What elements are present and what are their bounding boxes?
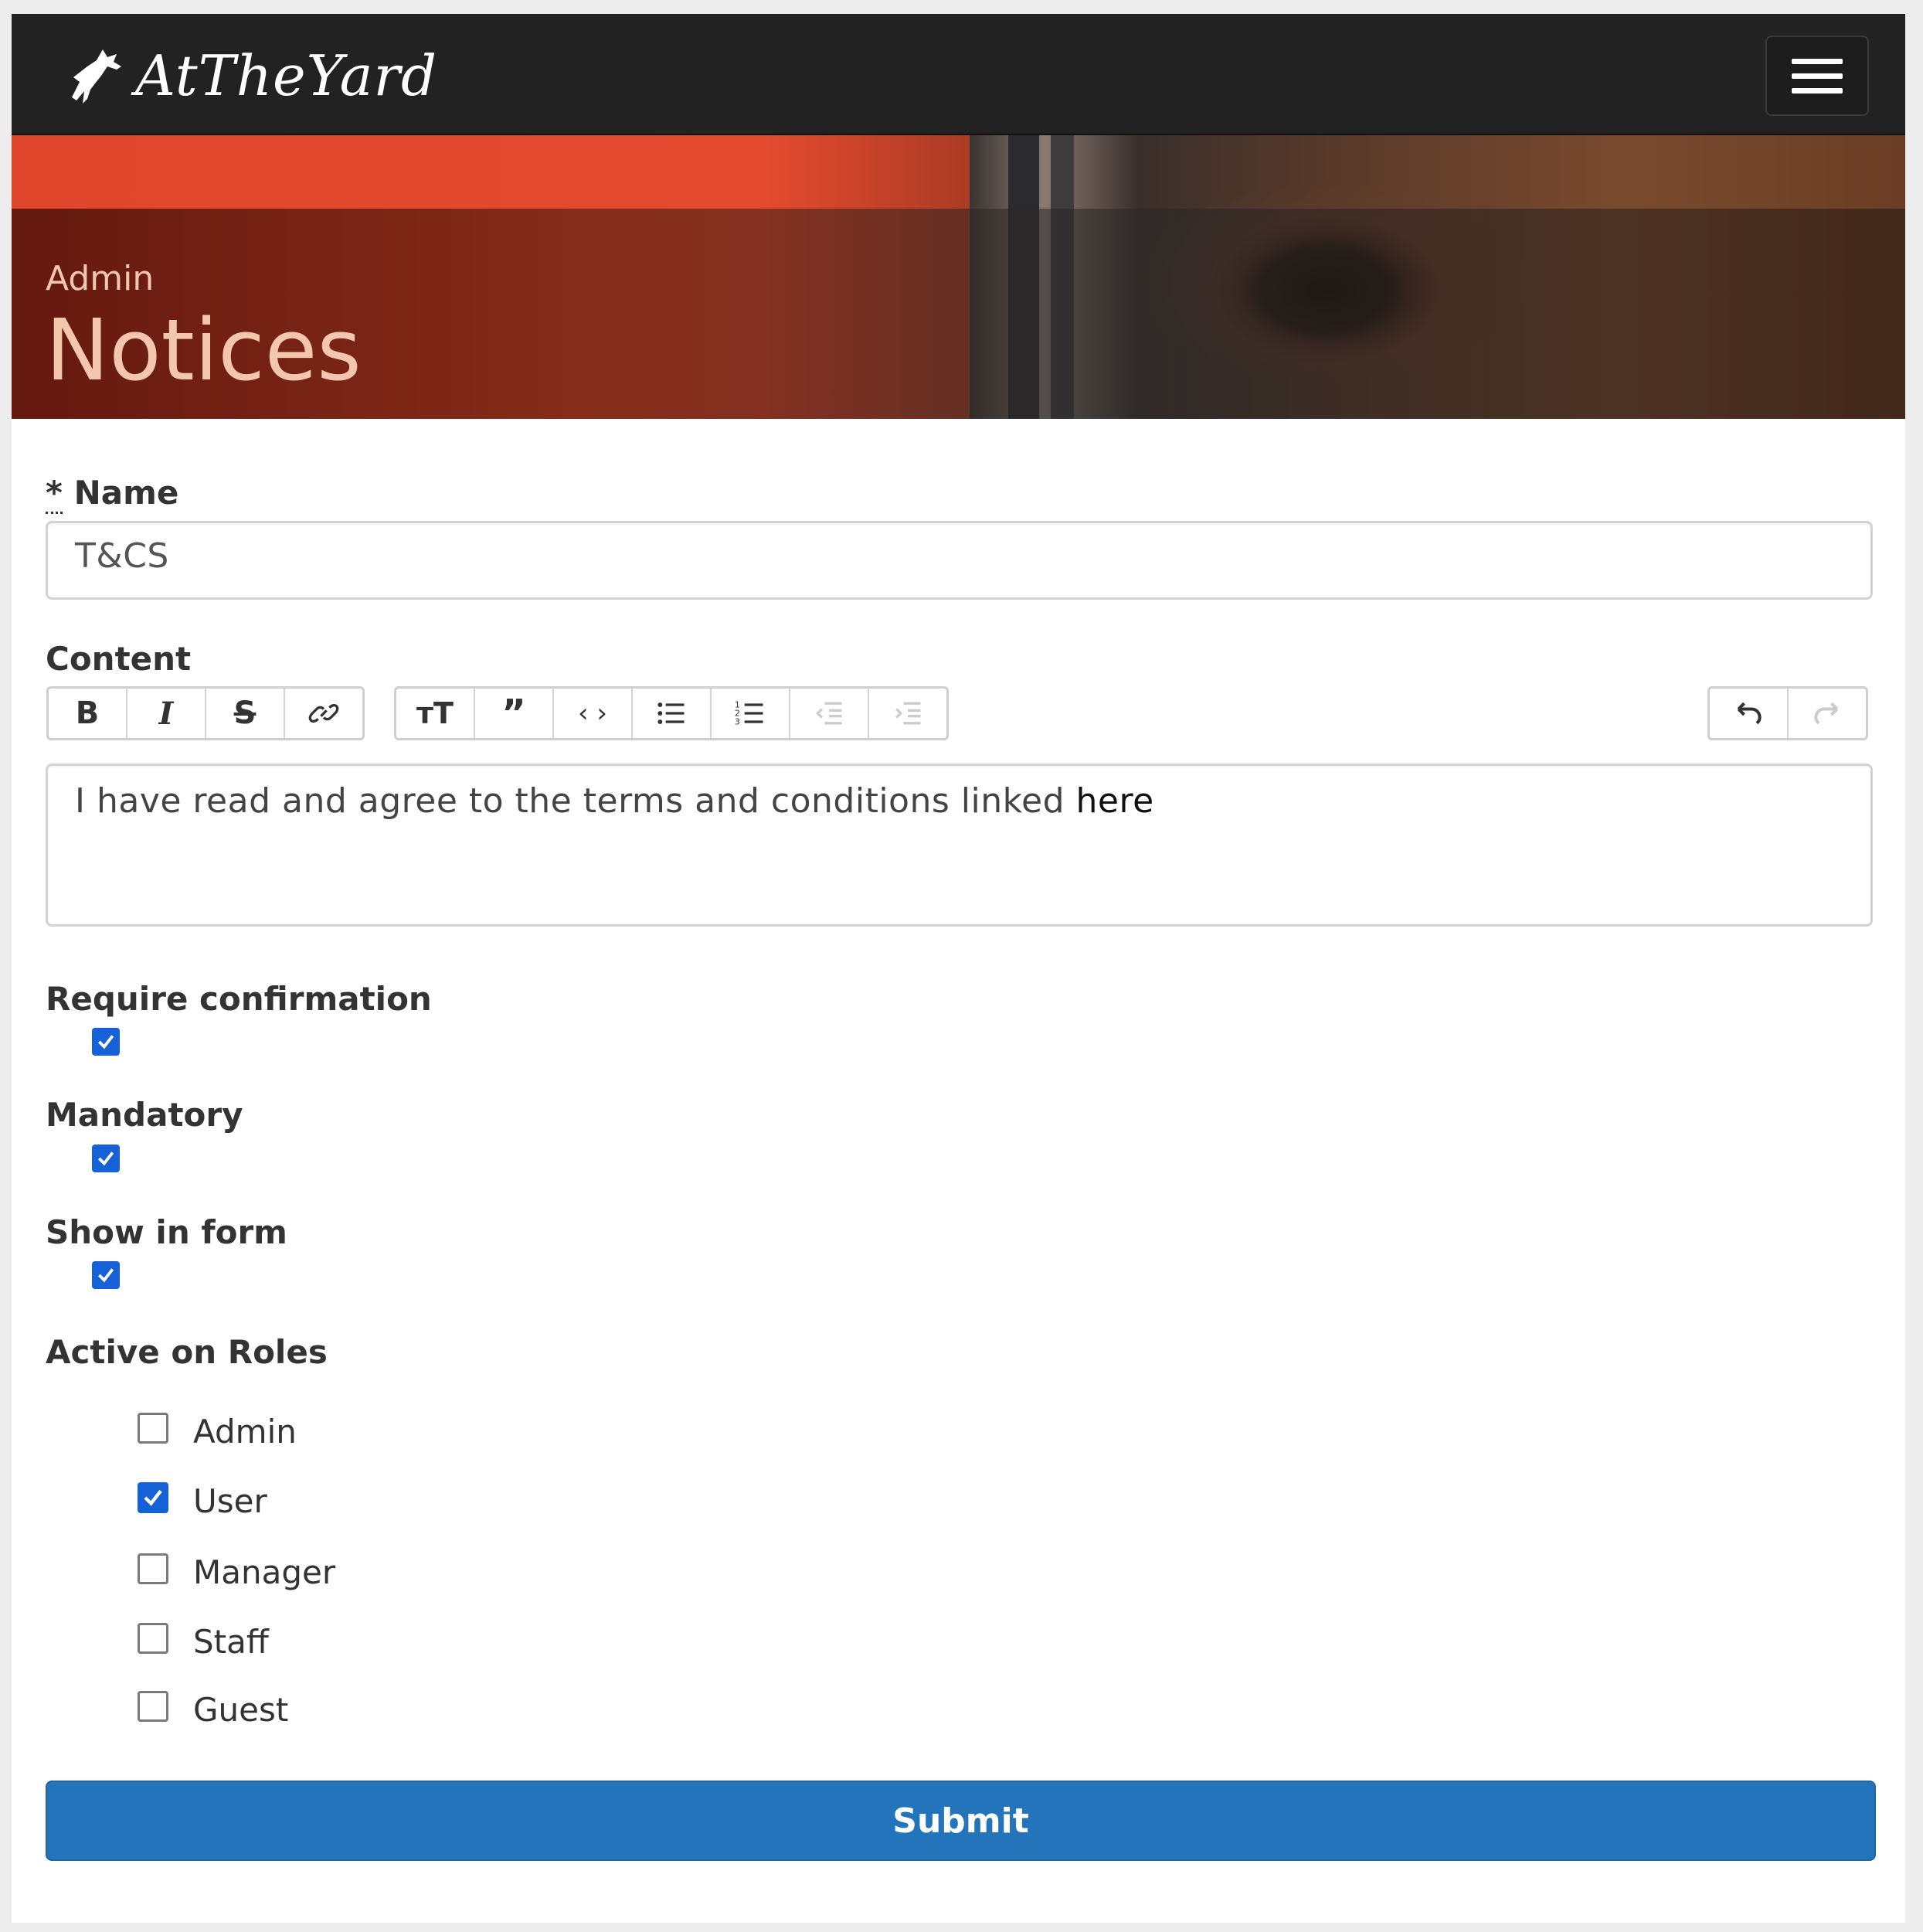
show-in-form-checkbox[interactable]: [92, 1261, 120, 1289]
required-mark: *: [46, 474, 63, 514]
redo-icon: [1814, 702, 1839, 725]
role-admin-checkbox[interactable]: [138, 1413, 168, 1444]
top-navbar: AtTheYard: [12, 14, 1905, 135]
bullet-list-button[interactable]: [633, 689, 712, 738]
submit-button[interactable]: Submit: [46, 1781, 1876, 1861]
page-banner: Admin Notices: [12, 135, 1905, 419]
checkmark-icon: [97, 1035, 114, 1049]
breadcrumb-admin: Admin: [46, 259, 155, 298]
content-text: I have read and agree to the terms and c…: [75, 781, 1065, 821]
quote-icon: ”: [501, 692, 526, 735]
indent-icon: [895, 702, 921, 725]
italic-icon: I: [158, 695, 174, 732]
toolbar-block-group: тТ ” ‹ › 123: [394, 686, 949, 740]
require-confirmation-label: Require confirmation: [46, 980, 432, 1018]
italic-button[interactable]: I: [127, 689, 206, 738]
name-label-text: Name: [73, 474, 179, 512]
heading-icon: тТ: [416, 696, 454, 730]
strikethrough-button[interactable]: S: [206, 689, 285, 738]
name-input-value: T&CS: [75, 536, 169, 576]
hamburger-menu-icon: [1792, 58, 1843, 64]
brand-logo[interactable]: AtTheYard: [56, 37, 437, 114]
name-label: * Name: [46, 474, 179, 514]
role-guest-checkbox[interactable]: [138, 1691, 168, 1722]
checkmark-icon: [97, 1151, 114, 1166]
code-button[interactable]: ‹ ›: [554, 689, 633, 738]
brand-name: AtTheYard: [135, 43, 438, 108]
bold-icon: B: [75, 696, 100, 731]
active-on-roles-label: Active on Roles: [46, 1333, 328, 1371]
content-editor-text: I have read and agree to the terms and c…: [75, 781, 1154, 821]
strikethrough-icon: S: [233, 696, 257, 731]
link-button[interactable]: [285, 689, 362, 738]
role-guest-label: Guest: [193, 1691, 289, 1729]
toolbar-history-group: [1707, 686, 1868, 740]
name-input[interactable]: [46, 521, 1873, 600]
indent-button[interactable]: [869, 689, 946, 738]
submit-label: Submit: [892, 1801, 1029, 1841]
require-confirmation-checkbox[interactable]: [92, 1028, 120, 1056]
role-manager-label: Manager: [193, 1553, 336, 1591]
role-user-label: User: [193, 1482, 267, 1520]
redo-button[interactable]: [1789, 689, 1866, 738]
toolbar-text-style-group: B I S: [46, 686, 365, 740]
outdent-button[interactable]: [790, 689, 869, 738]
role-manager-checkbox[interactable]: [138, 1553, 168, 1584]
hamburger-bar: [1792, 87, 1843, 94]
checkmark-icon: [144, 1489, 162, 1506]
code-icon: ‹ ›: [577, 698, 607, 729]
role-staff-label: Staff: [193, 1623, 269, 1661]
mandatory-label: Mandatory: [46, 1096, 243, 1134]
hamburger-menu-button[interactable]: [1765, 36, 1869, 116]
horse-logo-icon: [72, 49, 121, 104]
heading-button[interactable]: тТ: [396, 689, 475, 738]
checkmark-icon: [97, 1268, 114, 1283]
outdent-icon: [815, 702, 842, 725]
hamburger-bar: [1792, 73, 1843, 79]
link-icon: [308, 703, 339, 723]
role-admin-label: Admin: [193, 1413, 297, 1451]
show-in-form-label: Show in form: [46, 1213, 287, 1251]
content-link[interactable]: here: [1076, 781, 1154, 821]
svg-text:3: 3: [735, 717, 740, 727]
numbered-list-button[interactable]: 123: [712, 689, 790, 738]
numbered-list-icon: 123: [735, 700, 763, 727]
content-label: Content: [46, 640, 192, 678]
role-user-checkbox[interactable]: [138, 1482, 168, 1513]
page-title: Notices: [46, 301, 362, 400]
role-staff-checkbox[interactable]: [138, 1623, 168, 1654]
page-frame: AtTheYard Admin Notices * Name T&CS Cont…: [12, 14, 1905, 1923]
quote-button[interactable]: ”: [475, 689, 554, 738]
undo-button[interactable]: [1710, 689, 1789, 738]
mandatory-checkbox[interactable]: [92, 1145, 120, 1172]
undo-icon: [1737, 702, 1762, 725]
bullet-list-icon: [657, 702, 685, 724]
bold-button[interactable]: B: [49, 689, 127, 738]
